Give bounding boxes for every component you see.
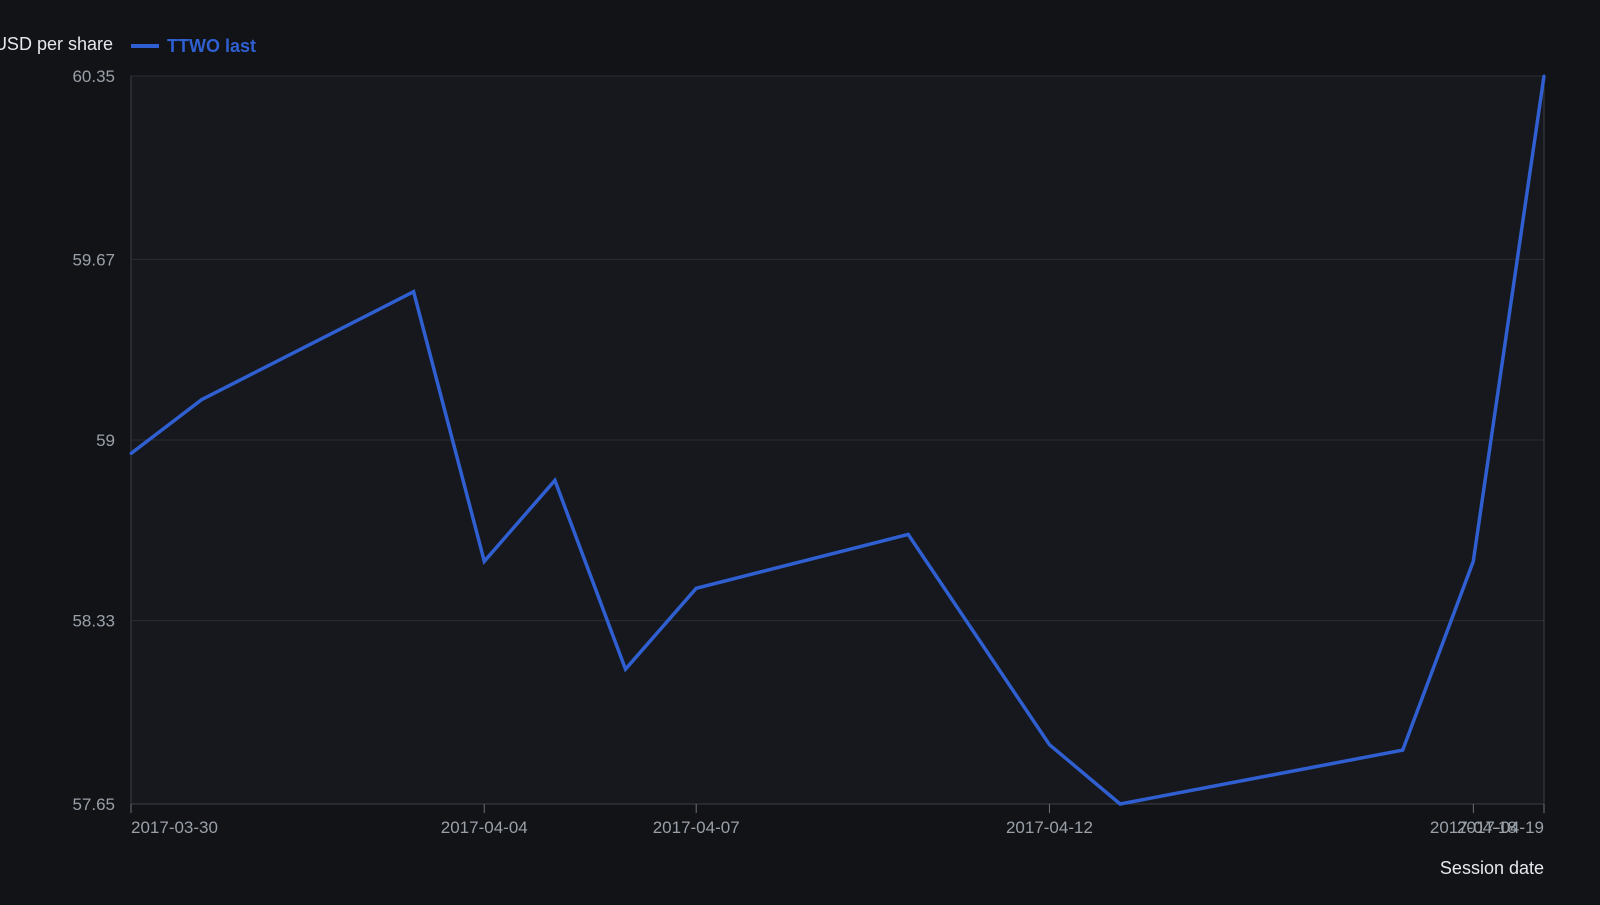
- data-point[interactable]: [624, 667, 628, 671]
- data-point[interactable]: [412, 290, 416, 294]
- data-point[interactable]: [482, 559, 486, 563]
- data-point[interactable]: [1047, 743, 1051, 747]
- y-tick-label: 57.65: [72, 795, 115, 814]
- y-tick-label: 59: [96, 431, 115, 450]
- legend-label: TTWO last: [167, 36, 256, 56]
- data-point[interactable]: [129, 451, 133, 455]
- x-axis-ticks: 2017-03-30 2017-04-04 2017-04-07 2017-04-12…: [130, 804, 1545, 837]
- y-tick-label: 58.33: [72, 612, 115, 631]
- y-tick-label: 59.67: [72, 250, 115, 269]
- x-tick-label: 2017-04-04: [441, 818, 528, 837]
- data-point[interactable]: [200, 398, 204, 402]
- y-axis-title: USD per share: [0, 34, 113, 54]
- data-point[interactable]: [1401, 748, 1405, 752]
- data-point[interactable]: [1471, 559, 1475, 563]
- data-point[interactable]: [1542, 74, 1546, 78]
- x-axis-title: Session date: [1440, 858, 1544, 878]
- line-chart: 57.65 58.33 59 59.67 60.35 2017-03-30 2017-04…: [0, 34, 1546, 878]
- data-point[interactable]: [906, 532, 910, 536]
- legend[interactable]: TTWO last: [131, 36, 256, 56]
- chart-root: 57.65 58.33 59 59.67 60.35 2017-03-30 2017-04…: [0, 0, 1600, 900]
- x-tick-label: 2017-04-19: [1457, 818, 1544, 837]
- data-point[interactable]: [553, 478, 557, 482]
- data-point[interactable]: [694, 586, 698, 590]
- data-point[interactable]: [1118, 802, 1122, 806]
- x-tick-label: 2017-04-07: [653, 818, 740, 837]
- x-tick-label: 2017-04-12: [1006, 818, 1093, 837]
- x-tick-label: 2017-03-30: [131, 818, 218, 837]
- y-tick-label: 60.35: [72, 67, 115, 86]
- y-axis-ticks: 57.65 58.33 59 59.67 60.35: [72, 67, 115, 814]
